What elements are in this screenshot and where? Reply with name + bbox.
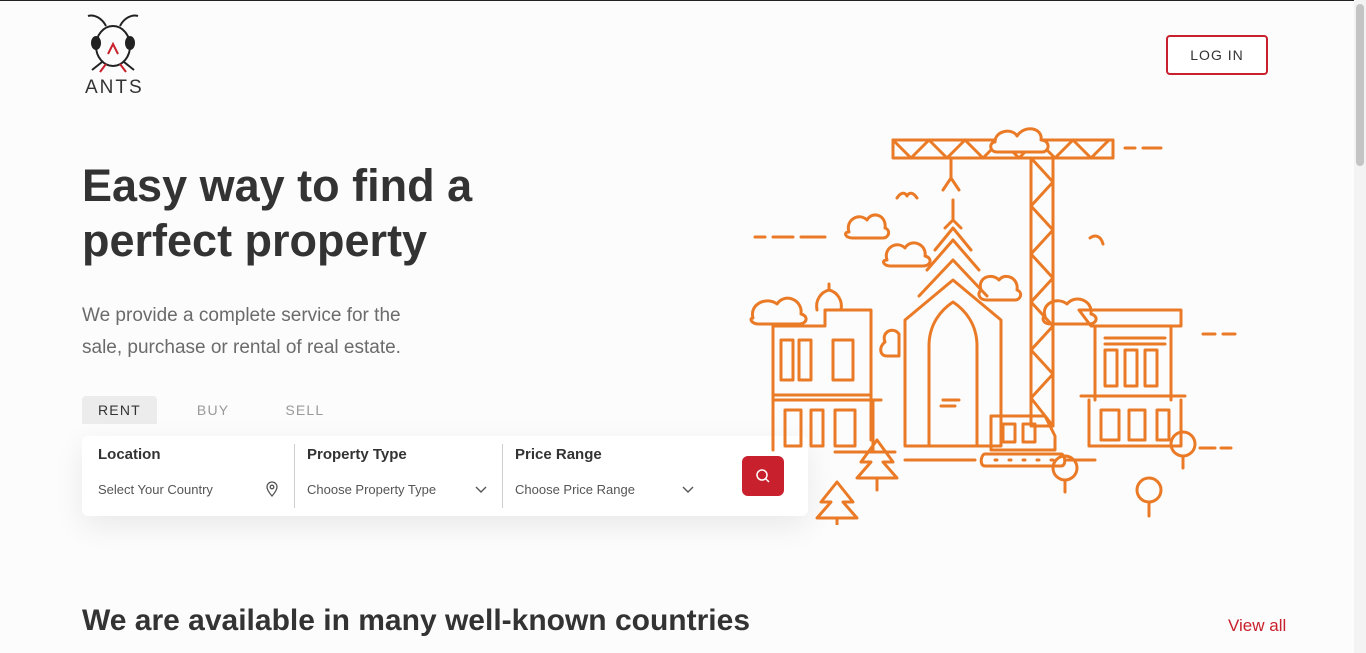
chevron-down-icon[interactable] xyxy=(473,481,489,497)
hero-subtitle-line2: sale, purchase or rental of real estate. xyxy=(82,337,401,358)
location-label: Location xyxy=(98,446,161,463)
city-construction-illustration xyxy=(749,127,1237,525)
login-button[interactable]: LOG IN xyxy=(1166,35,1268,75)
hero-subtitle: We provide a complete service for the sa… xyxy=(82,300,442,364)
hero-title-line1: Easy way to find a xyxy=(82,160,473,211)
search-card: Location Select Your Country Property Ty… xyxy=(82,436,808,516)
tab-rent[interactable]: RENT xyxy=(82,396,157,424)
countries-section-title: We are available in many well-known coun… xyxy=(82,604,750,637)
property-type-field[interactable]: Property Type Choose Property Type xyxy=(307,444,497,508)
location-field[interactable]: Location Select Your Country xyxy=(98,444,294,508)
page: ANTS LOG IN Easy way to find a perfect p… xyxy=(0,0,1366,653)
price-range-field[interactable]: Price Range Choose Price Range xyxy=(515,444,705,508)
field-divider xyxy=(294,444,295,508)
tab-buy[interactable]: BUY xyxy=(181,396,245,424)
property-type-label: Property Type xyxy=(307,446,407,463)
view-all-link[interactable]: View all xyxy=(1228,616,1286,636)
field-divider xyxy=(502,444,503,508)
top-border xyxy=(0,0,1366,1)
price-range-label: Price Range xyxy=(515,446,602,463)
location-select[interactable]: Select Your Country xyxy=(98,482,213,497)
property-type-select[interactable]: Choose Property Type xyxy=(307,482,436,497)
tab-sell[interactable]: SELL xyxy=(269,396,340,424)
scrollbar-track[interactable] xyxy=(1354,0,1366,653)
scrollbar-thumb[interactable] xyxy=(1356,4,1364,166)
hero-title-line2: perfect property xyxy=(82,215,428,266)
hero-subtitle-line1: We provide a complete service for the xyxy=(82,305,401,326)
chevron-down-icon[interactable] xyxy=(680,481,696,497)
location-pin-icon[interactable] xyxy=(264,481,280,497)
hero-title: Easy way to find a perfect property xyxy=(82,158,542,268)
listing-tabs: RENT BUY SELL xyxy=(82,396,340,424)
brand-name: ANTS xyxy=(85,77,144,98)
price-range-select[interactable]: Choose Price Range xyxy=(515,482,635,497)
